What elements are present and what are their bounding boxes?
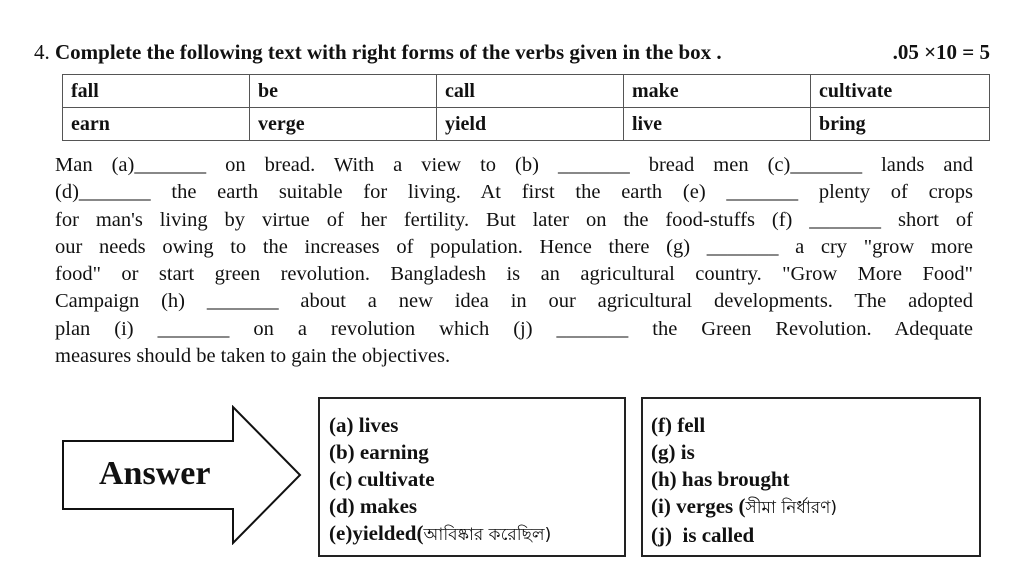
- answer-item: (g) is: [651, 440, 695, 464]
- verb-cell: call: [436, 74, 624, 108]
- verb-cell: be: [249, 74, 437, 108]
- verb-cell: verge: [249, 107, 437, 141]
- answer-item: (i) verges (সীমা নির্ধারণ): [651, 494, 838, 518]
- passage-text: Man (a)_______ on bread. With a view to …: [55, 152, 973, 370]
- answer-item: (c) cultivate: [329, 467, 435, 491]
- answer-item: (j) is called: [651, 523, 755, 547]
- passage-line: for man's living by virtue of her fertil…: [55, 208, 973, 231]
- question-heading: 4. Complete the following text with righ…: [34, 38, 996, 66]
- passage-line: Campaign (h) _______ about a new idea in…: [55, 290, 973, 313]
- answer-item: (a) lives: [329, 413, 399, 437]
- question-instruction: Complete the following text with right f…: [55, 40, 722, 64]
- verb-cell: make: [623, 74, 811, 108]
- bengali-note: আবিষ্কার করেছিল): [423, 525, 552, 545]
- question-number: 4.: [34, 40, 50, 64]
- answer-box-right: (f) fell (g) is (h) has brought (i) verg…: [641, 397, 981, 557]
- answer-item: (e)yielded(আবিষ্কার করেছিল): [329, 521, 552, 545]
- answer-item: (b) earning: [329, 440, 429, 464]
- answer-label: Answer: [99, 455, 211, 492]
- verb-row: earn verge yield live bring: [62, 107, 990, 141]
- verb-cell: live: [623, 107, 811, 141]
- verb-box-table: fall be call make cultivate earn verge y…: [62, 74, 990, 141]
- verb-cell: yield: [436, 107, 624, 141]
- passage-line: food" or start green revolution. Banglad…: [55, 263, 973, 286]
- verb-cell: cultivate: [810, 74, 990, 108]
- answer-item: (h) has brought: [651, 467, 790, 491]
- verb-cell: bring: [810, 107, 990, 141]
- answer-box-left: (a) lives (b) earning (c) cultivate (d) …: [318, 397, 626, 557]
- question-marks: .05 ×10 = 5: [892, 40, 990, 64]
- verb-cell: fall: [62, 74, 250, 108]
- verb-row: fall be call make cultivate: [62, 74, 990, 108]
- passage-line: plan (i) _______ on a revolution which (…: [55, 317, 973, 340]
- passage-line: measures should be taken to gain the obj…: [55, 345, 451, 368]
- verb-cell: earn: [62, 107, 250, 141]
- passage-line: Man (a)_______ on bread. With a view to …: [55, 154, 973, 176]
- bengali-note: সীমা নির্ধারণ): [745, 498, 838, 518]
- answer-item: (d) makes: [329, 494, 418, 518]
- passage-line: our needs owing to the increases of popu…: [55, 235, 973, 258]
- answer-item: (f) fell: [651, 413, 706, 437]
- passage-line: (d)_______ the earth suitable for living…: [55, 181, 973, 204]
